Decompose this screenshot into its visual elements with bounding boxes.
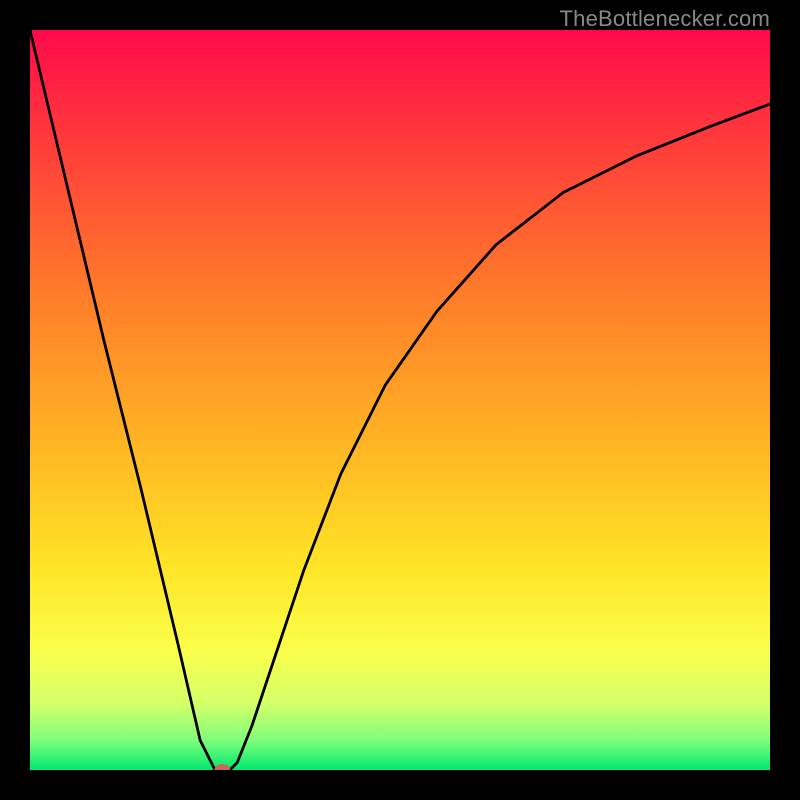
chart-frame [30,30,770,770]
bottleneck-chart [30,30,770,770]
heat-background [30,30,770,770]
watermark-text: TheBottlenecker.com [560,6,770,32]
